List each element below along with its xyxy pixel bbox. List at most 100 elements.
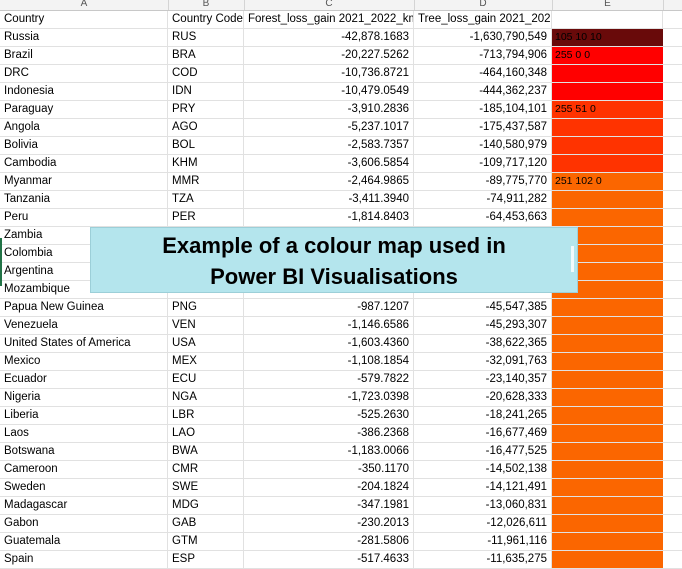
- header-forest-loss-gain[interactable]: Forest_loss_gain 2021_2022_km: [244, 11, 414, 28]
- cell-country-code[interactable]: RUS: [168, 29, 244, 46]
- cell-color-map[interactable]: [552, 389, 663, 406]
- cell-country[interactable]: Guatemala: [0, 533, 168, 550]
- cell-country[interactable]: United States of America: [0, 335, 168, 352]
- cell-country[interactable]: Ecuador: [0, 371, 168, 388]
- cell-forest-loss-gain[interactable]: -1,108.1854: [244, 353, 414, 370]
- cell-country[interactable]: Nigeria: [0, 389, 168, 406]
- cell-tree-loss-gain[interactable]: -20,628,333: [414, 389, 552, 406]
- cell-extra[interactable]: [663, 353, 682, 370]
- cell-extra[interactable]: [663, 263, 682, 280]
- cell-color-map[interactable]: [552, 497, 663, 514]
- cell-extra[interactable]: [663, 497, 682, 514]
- cell-extra[interactable]: [663, 191, 682, 208]
- cell-extra[interactable]: [663, 425, 682, 442]
- cell-country-code[interactable]: ESP: [168, 551, 244, 568]
- cell-extra[interactable]: [663, 47, 682, 64]
- cell-extra[interactable]: [663, 83, 682, 100]
- cell-tree-loss-gain[interactable]: -464,160,348: [414, 65, 552, 82]
- cell-forest-loss-gain[interactable]: -350.1170: [244, 461, 414, 478]
- cell-extra[interactable]: [663, 227, 682, 244]
- cell-country-code[interactable]: BWA: [168, 443, 244, 460]
- cell-color-map[interactable]: [552, 119, 663, 136]
- cell-extra[interactable]: [663, 119, 682, 136]
- cell-country[interactable]: Tanzania: [0, 191, 168, 208]
- cell-country[interactable]: Bolivia: [0, 137, 168, 154]
- column-header-c[interactable]: C: [244, 0, 415, 10]
- cell-tree-loss-gain[interactable]: -11,635,275: [414, 551, 552, 568]
- cell-tree-loss-gain[interactable]: -444,362,237: [414, 83, 552, 100]
- cell-country[interactable]: Russia: [0, 29, 168, 46]
- cell-forest-loss-gain[interactable]: -10,479.0549: [244, 83, 414, 100]
- cell-country-code[interactable]: PRY: [168, 101, 244, 118]
- cell-country-code[interactable]: MDG: [168, 497, 244, 514]
- cell-country-code[interactable]: NGA: [168, 389, 244, 406]
- header-extra-cell[interactable]: [663, 11, 682, 28]
- cell-color-map[interactable]: [552, 155, 663, 172]
- cell-country[interactable]: Cameroon: [0, 461, 168, 478]
- cell-tree-loss-gain[interactable]: -23,140,357: [414, 371, 552, 388]
- cell-tree-loss-gain[interactable]: -32,091,763: [414, 353, 552, 370]
- column-header-a[interactable]: A: [0, 0, 169, 10]
- cell-forest-loss-gain[interactable]: -386.2368: [244, 425, 414, 442]
- cell-country-code[interactable]: CMR: [168, 461, 244, 478]
- column-header-b[interactable]: B: [168, 0, 245, 10]
- cell-forest-loss-gain[interactable]: -525.2630: [244, 407, 414, 424]
- cell-country[interactable]: Liberia: [0, 407, 168, 424]
- cell-country[interactable]: Paraguay: [0, 101, 168, 118]
- cell-forest-loss-gain[interactable]: -3,411.3940: [244, 191, 414, 208]
- cell-tree-loss-gain[interactable]: -109,717,120: [414, 155, 552, 172]
- cell-forest-loss-gain[interactable]: -1,183.0066: [244, 443, 414, 460]
- cell-extra[interactable]: [663, 389, 682, 406]
- cell-country-code[interactable]: BRA: [168, 47, 244, 64]
- cell-forest-loss-gain[interactable]: -579.7822: [244, 371, 414, 388]
- cell-extra[interactable]: [663, 461, 682, 478]
- cell-country[interactable]: Myanmar: [0, 173, 168, 190]
- cell-country[interactable]: Papua New Guinea: [0, 299, 168, 316]
- cell-forest-loss-gain[interactable]: -2,583.7357: [244, 137, 414, 154]
- cell-tree-loss-gain[interactable]: -38,622,365: [414, 335, 552, 352]
- cell-extra[interactable]: [663, 29, 682, 46]
- cell-extra[interactable]: [663, 65, 682, 82]
- cell-tree-loss-gain[interactable]: -713,794,906: [414, 47, 552, 64]
- cell-color-map[interactable]: [552, 551, 663, 568]
- cell-color-map[interactable]: 255 51 0: [552, 101, 663, 118]
- cell-country-code[interactable]: BOL: [168, 137, 244, 154]
- cell-color-map[interactable]: [552, 209, 663, 226]
- cell-color-map[interactable]: 251 102 0: [552, 173, 663, 190]
- cell-country-code[interactable]: MMR: [168, 173, 244, 190]
- header-color-cell[interactable]: [552, 11, 663, 28]
- cell-forest-loss-gain[interactable]: -42,878.1683: [244, 29, 414, 46]
- cell-color-map[interactable]: [552, 191, 663, 208]
- cell-extra[interactable]: [663, 209, 682, 226]
- cell-forest-loss-gain[interactable]: -10,736.8721: [244, 65, 414, 82]
- cell-forest-loss-gain[interactable]: -281.5806: [244, 533, 414, 550]
- cell-extra[interactable]: [663, 551, 682, 568]
- cell-extra[interactable]: [663, 155, 682, 172]
- cell-country[interactable]: Venezuela: [0, 317, 168, 334]
- cell-tree-loss-gain[interactable]: -45,293,307: [414, 317, 552, 334]
- cell-tree-loss-gain[interactable]: -16,477,525: [414, 443, 552, 460]
- cell-color-map[interactable]: [552, 335, 663, 352]
- cell-extra[interactable]: [663, 173, 682, 190]
- cell-forest-loss-gain[interactable]: -20,227.5262: [244, 47, 414, 64]
- cell-tree-loss-gain[interactable]: -18,241,265: [414, 407, 552, 424]
- cell-country[interactable]: Indonesia: [0, 83, 168, 100]
- cell-extra[interactable]: [663, 515, 682, 532]
- cell-forest-loss-gain[interactable]: -2,464.9865: [244, 173, 414, 190]
- cell-extra[interactable]: [663, 335, 682, 352]
- cell-country[interactable]: Cambodia: [0, 155, 168, 172]
- cell-color-map[interactable]: [552, 353, 663, 370]
- cell-extra[interactable]: [663, 443, 682, 460]
- cell-country-code[interactable]: COD: [168, 65, 244, 82]
- cell-extra[interactable]: [663, 101, 682, 118]
- column-header-e[interactable]: E: [552, 0, 664, 10]
- cell-country[interactable]: Peru: [0, 209, 168, 226]
- cell-country[interactable]: Mexico: [0, 353, 168, 370]
- cell-country[interactable]: Gabon: [0, 515, 168, 532]
- cell-tree-loss-gain[interactable]: -13,060,831: [414, 497, 552, 514]
- cell-tree-loss-gain[interactable]: -89,775,770: [414, 173, 552, 190]
- cell-tree-loss-gain[interactable]: -74,911,282: [414, 191, 552, 208]
- cell-forest-loss-gain[interactable]: -1,723.0398: [244, 389, 414, 406]
- cell-extra[interactable]: [663, 479, 682, 496]
- cell-country-code[interactable]: LBR: [168, 407, 244, 424]
